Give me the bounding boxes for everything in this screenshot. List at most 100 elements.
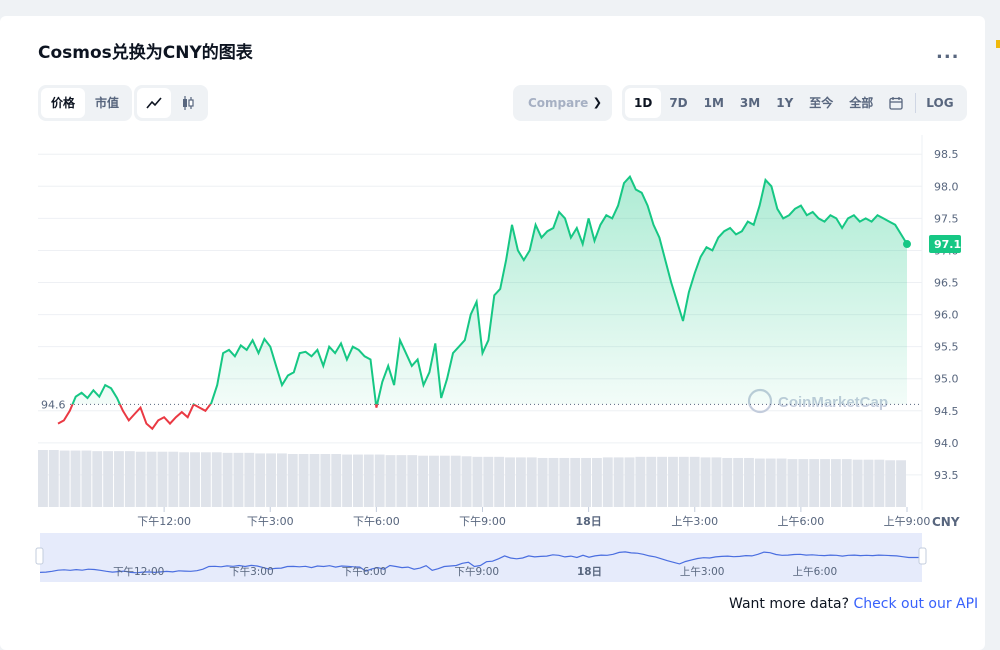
volume-bars	[38, 450, 906, 507]
x-tick-label: 18日	[575, 515, 601, 528]
volume-bar	[657, 456, 668, 507]
last-price-dot	[903, 240, 911, 249]
volume-bar	[505, 457, 515, 507]
volume-bar	[874, 459, 885, 507]
volume-bar	[233, 452, 244, 507]
volume-bar	[863, 459, 874, 507]
volume-bar	[429, 455, 439, 507]
volume-bar	[276, 453, 287, 507]
volume-bar	[179, 452, 190, 507]
volume-bar	[287, 453, 298, 507]
volume-bar	[570, 457, 581, 507]
volume-bar	[124, 451, 135, 507]
volume-bar	[798, 459, 809, 507]
volume-bar	[646, 456, 657, 507]
y-tick-label: 96.5	[934, 277, 959, 290]
volume-bar	[809, 459, 820, 507]
volume-bar	[255, 453, 266, 507]
y-tick-label: 97.5	[934, 212, 959, 225]
y-tick-label: 94.5	[934, 405, 959, 418]
volume-bar	[635, 456, 646, 507]
y-tick-label: 95.0	[934, 373, 959, 386]
volume-bar	[754, 458, 765, 507]
y-tick-label: 98.5	[934, 148, 959, 161]
volume-bar	[342, 454, 353, 507]
volume-bar	[776, 458, 787, 507]
y-tick-label: 98.0	[934, 180, 959, 193]
navigator-tick-label: 上午6:00	[793, 565, 838, 578]
volume-bar	[396, 455, 407, 507]
price-chart: CoinMarketCap 93.594.094.595.095.596.096…	[35, 135, 961, 582]
x-tick-label: 下午3:00	[247, 515, 294, 528]
navigator-tick-label: 下午12:00	[113, 565, 164, 578]
volume-bar	[591, 457, 602, 507]
volume-bar	[309, 453, 320, 507]
x-tick-label: 上午3:00	[671, 515, 718, 528]
range-navigator[interactable]: 下午12:00 下午3:00 下午6:00 下午9:00 18日 上午3:00 上午6:00	[35, 533, 927, 582]
volume-bar	[418, 455, 429, 507]
navigator-tick-label: 下午3:00	[229, 565, 274, 578]
volume-bar	[668, 456, 678, 507]
volume-bar	[852, 459, 863, 507]
volume-bar	[787, 459, 798, 507]
volume-bar	[38, 450, 48, 507]
volume-bar	[711, 457, 722, 507]
volume-bar	[896, 460, 906, 507]
volume-bar	[157, 451, 168, 507]
volume-bar	[135, 451, 146, 507]
y-tick-label: 94.0	[934, 437, 959, 450]
navigator-handle-right[interactable]	[918, 547, 927, 565]
navigator-tick-label: 下午9:00	[455, 565, 500, 578]
x-tick-label: 下午6:00	[353, 515, 400, 528]
volume-bar	[494, 456, 505, 507]
volume-bar	[70, 450, 81, 507]
volume-bar	[733, 457, 744, 507]
volume-bar	[885, 460, 896, 507]
volume-bar	[114, 451, 124, 507]
volume-bar	[244, 452, 255, 507]
navigator-tick-label: 下午6:00	[342, 565, 387, 578]
navigator-handle-left[interactable]	[35, 547, 44, 565]
volume-bar	[211, 452, 222, 507]
volume-bar	[331, 453, 342, 507]
volume-bar	[48, 450, 59, 507]
volume-bar	[744, 457, 754, 507]
currency-label: CNY	[932, 515, 960, 529]
navigator-tick-label: 18日	[577, 566, 602, 578]
volume-bar	[450, 455, 461, 507]
x-tick-label: 下午12:00	[137, 515, 191, 528]
volume-bar	[363, 454, 374, 507]
volume-bar	[722, 457, 733, 507]
volume-bar	[602, 457, 613, 507]
volume-bar	[59, 450, 70, 507]
volume-bar	[678, 456, 689, 507]
volume-bar	[461, 456, 472, 507]
navigator-tick-label: 上午3:00	[680, 565, 725, 578]
volume-bar	[439, 455, 450, 507]
volume-bar	[190, 452, 200, 507]
volume-bar	[320, 453, 331, 507]
volume-bar	[830, 459, 841, 507]
volume-bar	[689, 456, 700, 507]
volume-bar	[613, 457, 624, 507]
volume-bar	[353, 454, 363, 507]
volume-bar	[559, 457, 570, 507]
volume-bar	[483, 456, 494, 507]
volume-bar	[820, 459, 830, 507]
volume-bar	[385, 455, 396, 507]
volume-bar	[624, 457, 635, 507]
volume-bar	[266, 453, 276, 507]
volume-bar	[374, 454, 385, 507]
volume-bar	[81, 450, 92, 507]
volume-bar	[146, 451, 157, 507]
volume-bar	[200, 452, 211, 507]
last-price-label: 97.1	[934, 238, 961, 251]
volume-bar	[298, 453, 309, 507]
volume-bar	[581, 457, 591, 507]
volume-bar	[472, 456, 483, 507]
volume-bar	[765, 458, 776, 507]
volume-bar	[92, 451, 103, 507]
x-tick-label: 上午9:00	[884, 515, 931, 528]
volume-bar	[222, 452, 233, 507]
x-tick-label: 上午6:00	[778, 515, 825, 528]
